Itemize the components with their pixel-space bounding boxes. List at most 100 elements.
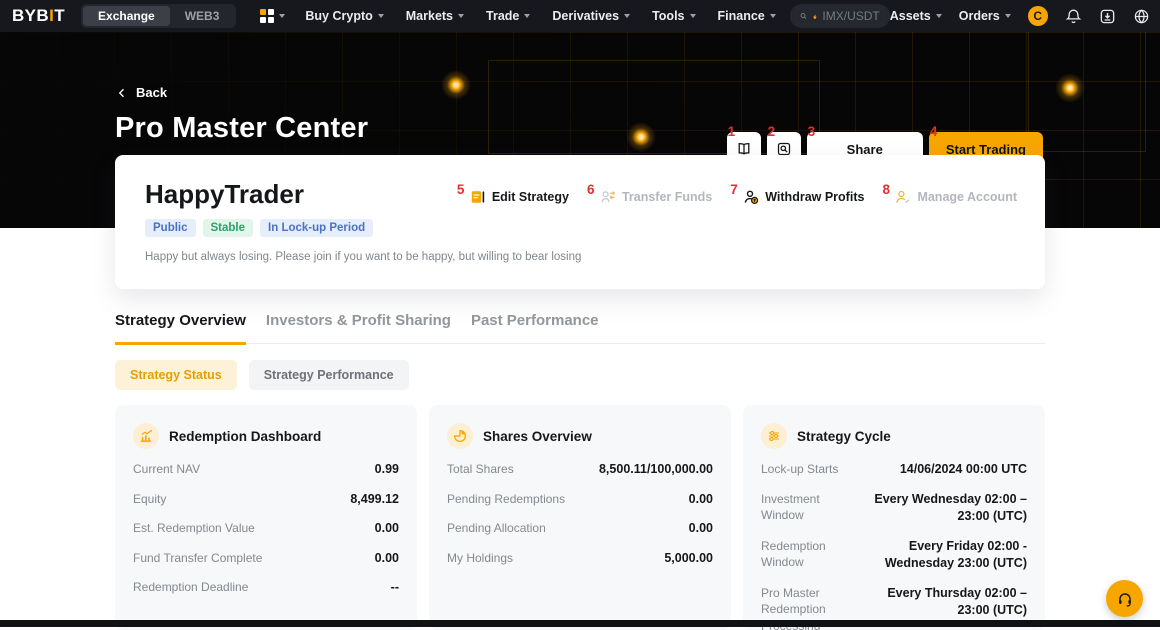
nav-label: Orders — [959, 9, 1000, 23]
withdraw-profits-icon — [743, 189, 759, 205]
apps-menu-button[interactable] — [260, 9, 285, 23]
nav-item-markets[interactable]: Markets — [406, 9, 464, 23]
nav-item-tools[interactable]: Tools — [652, 9, 695, 23]
tab-strategy-overview[interactable]: Strategy Overview — [115, 312, 246, 345]
stat-value: 0.00 — [689, 491, 713, 509]
sparkle-decoration — [626, 122, 656, 152]
tab-past-performance[interactable]: Past Performance — [471, 312, 599, 343]
row-my-holdings: My Holdings5,000.00 — [447, 550, 713, 568]
toggle-web3[interactable]: WEB3 — [170, 6, 235, 26]
stat-value: 14/06/2024 00:00 UTC — [900, 461, 1027, 479]
card-title: Shares Overview — [483, 429, 592, 444]
stat-label: Redemption Deadline — [133, 579, 381, 596]
download-app-icon[interactable] — [1099, 8, 1116, 25]
nav-label: Markets — [406, 9, 453, 23]
headset-icon — [1116, 590, 1134, 608]
fire-icon — [812, 11, 818, 22]
action-label: Edit Strategy — [492, 190, 569, 204]
tab-investors-profit-sharing[interactable]: Investors & Profit Sharing — [266, 312, 451, 343]
nav-label: Derivatives — [552, 9, 619, 23]
top-navbar: BYBIT Exchange WEB3 Buy Crypto Markets T… — [0, 0, 1160, 32]
status-cards: Redemption Dashboard Current NAV0.99 Equ… — [115, 405, 1045, 630]
action-label: Manage Account — [917, 190, 1017, 204]
stat-value: Every Friday 02:00 - Wednesday 23:00 (UT… — [867, 538, 1027, 573]
row-est-redemption-value: Est. Redemption Value0.00 — [133, 520, 399, 538]
sliders-icon — [761, 423, 787, 449]
nav-item-assets[interactable]: Assets — [890, 9, 942, 23]
logo-text: BYB — [12, 6, 49, 25]
badge-public: Public — [145, 219, 196, 237]
footer-bar — [0, 620, 1160, 627]
chevron-down-icon — [936, 14, 942, 18]
stat-label: Lock-up Starts — [761, 461, 890, 478]
stat-value: 0.00 — [689, 520, 713, 538]
stat-label: Total Shares — [447, 461, 589, 478]
badge-lockup-period: In Lock-up Period — [260, 219, 373, 237]
nav-item-derivatives[interactable]: Derivatives — [552, 9, 630, 23]
main-content: Strategy Overview Investors & Profit Sha… — [115, 312, 1045, 630]
apps-grid-icon — [260, 9, 274, 23]
stat-label: Current NAV — [133, 461, 365, 478]
chevron-down-icon — [770, 14, 776, 18]
badges: Public Stable In Lock-up Period — [145, 219, 1015, 237]
card-title: Strategy Cycle — [797, 429, 891, 444]
shares-overview-card: Shares Overview Total Shares8,500.11/100… — [429, 405, 731, 630]
row-redemption-window: Redemption Window Every Friday 02:00 - We… — [761, 538, 1027, 573]
tab-bar: Strategy Overview Investors & Profit Sha… — [115, 312, 1045, 344]
action-label: Transfer Funds — [622, 190, 712, 204]
bybit-logo[interactable]: BYBIT — [12, 6, 65, 26]
language-globe-icon[interactable] — [1133, 8, 1150, 25]
chevron-down-icon — [1005, 14, 1011, 18]
nav-label: Finance — [718, 9, 765, 23]
withdraw-profits-button[interactable]: 7 Withdraw Profits — [735, 189, 864, 205]
search-value: IMX/USDT — [822, 9, 879, 23]
manage-account-button[interactable]: 8 Manage Account — [887, 189, 1017, 205]
back-link[interactable]: Back — [116, 85, 167, 100]
row-total-shares: Total Shares8,500.11/100,000.00 — [447, 461, 713, 479]
stat-value: -- — [391, 579, 399, 597]
stat-label: Redemption Window — [761, 538, 857, 572]
row-redemption-deadline: Redemption Deadline -- — [133, 579, 399, 597]
chevron-down-icon — [458, 14, 464, 18]
stat-value: Every Wednesday 02:00 – 23:00 (UTC) — [867, 491, 1027, 526]
nav-item-orders[interactable]: Orders — [959, 9, 1011, 23]
transfer-funds-icon — [600, 189, 616, 205]
stat-label: Investment Window — [761, 491, 857, 525]
nav-item-finance[interactable]: Finance — [718, 9, 776, 23]
bar-chart-icon — [133, 423, 159, 449]
row-pending-allocation: Pending Allocation0.00 — [447, 520, 713, 538]
nav-item-trade[interactable]: Trade — [486, 9, 530, 23]
chevron-down-icon — [690, 14, 696, 18]
action-label: Withdraw Profits — [765, 190, 864, 204]
transfer-funds-button[interactable]: 6 Transfer Funds — [592, 189, 712, 205]
stat-value: 5,000.00 — [664, 550, 713, 568]
main-nav: Buy Crypto Markets Trade Derivatives Too… — [305, 9, 775, 23]
pie-chart-icon — [447, 423, 473, 449]
nav-label: Assets — [890, 9, 931, 23]
subtab-strategy-performance[interactable]: Strategy Performance — [249, 360, 409, 390]
strategy-cycle-card: Strategy Cycle Lock-up Starts 14/06/2024 … — [743, 405, 1045, 630]
stat-value: 0.99 — [375, 461, 399, 479]
manage-account-icon — [895, 189, 911, 205]
row-investment-window: Investment Window Every Wednesday 02:00 –… — [761, 491, 1027, 526]
logo-text: T — [54, 6, 65, 25]
stat-label: Equity — [133, 491, 340, 508]
user-avatar[interactable]: C — [1028, 6, 1048, 26]
subtab-strategy-status[interactable]: Strategy Status — [115, 360, 237, 390]
chevron-down-icon — [378, 14, 384, 18]
search-input[interactable]: IMX/USDT — [790, 4, 890, 28]
support-chat-button[interactable] — [1106, 580, 1143, 617]
subtab-bar: Strategy Status Strategy Performance — [115, 360, 1045, 390]
nav-item-buy-crypto[interactable]: Buy Crypto — [305, 9, 383, 23]
toggle-exchange[interactable]: Exchange — [83, 6, 170, 26]
notifications-bell-icon[interactable] — [1065, 8, 1082, 25]
strategy-profile-card: HappyTrader Public Stable In Lock-up Per… — [115, 155, 1045, 289]
pro-master-center-page: BYBIT Exchange WEB3 Buy Crypto Markets T… — [0, 0, 1160, 627]
product-toggle: Exchange WEB3 — [81, 4, 236, 28]
badge-stable: Stable — [203, 219, 254, 237]
chevron-down-icon — [524, 14, 530, 18]
profile-actions: 5 Edit Strategy 6 Transfer Funds 7 Withd… — [462, 189, 1017, 205]
chevron-left-icon — [116, 87, 128, 99]
edit-strategy-button[interactable]: 5 Edit Strategy — [462, 189, 569, 205]
row-pending-redemptions: Pending Redemptions0.00 — [447, 491, 713, 509]
